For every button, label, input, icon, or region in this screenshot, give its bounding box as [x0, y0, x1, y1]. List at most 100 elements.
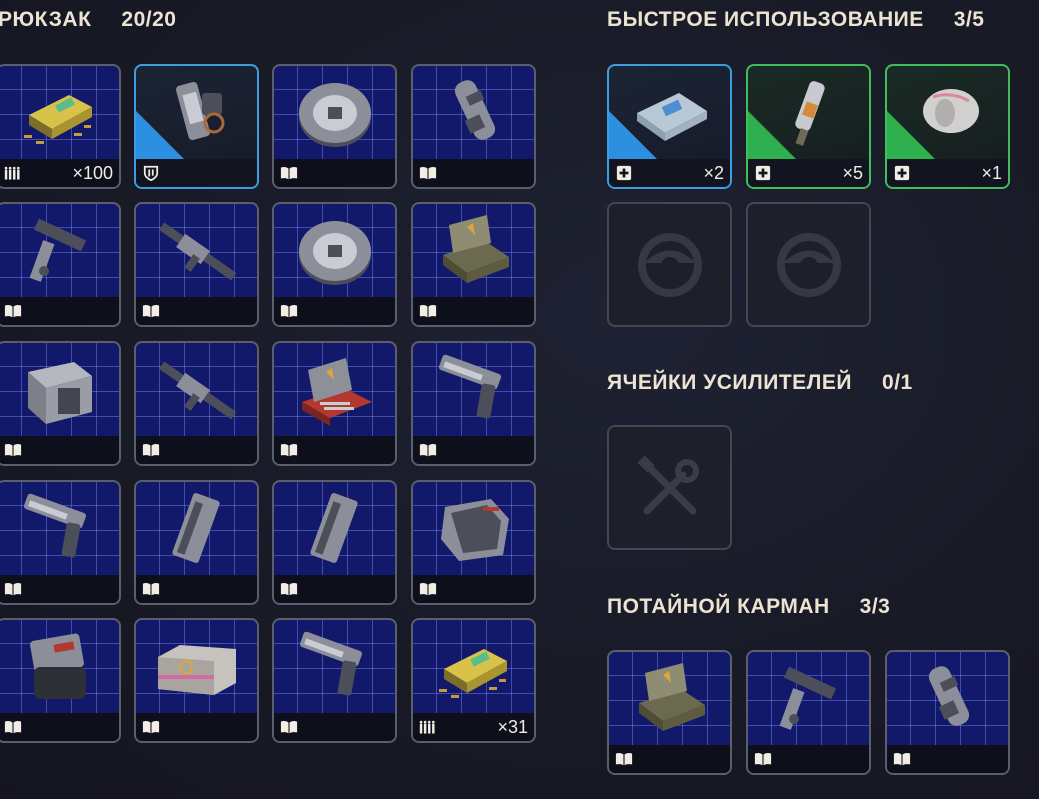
slot-footer	[413, 159, 534, 187]
slot-footer: ×5	[748, 159, 869, 187]
augment-slot[interactable]	[607, 425, 732, 550]
backpack-slot-stock-part[interactable]	[0, 202, 121, 327]
book-icon	[893, 751, 911, 767]
book-icon	[4, 303, 22, 319]
slot-footer: ×2	[609, 159, 730, 187]
empty-slot-icon	[609, 204, 730, 325]
backpack-slot-magazine-2[interactable]	[272, 480, 397, 605]
bandage-icon	[609, 66, 730, 159]
pistol-icon	[274, 620, 395, 713]
book-icon	[142, 442, 160, 458]
backpack-title: РЮКЗАК 20/20	[0, 8, 176, 32]
slot-footer	[274, 436, 395, 464]
backpack-slot-suppressor[interactable]	[411, 64, 536, 189]
shield-icon	[142, 165, 160, 181]
backpack-slot-disc-mine[interactable]	[272, 64, 397, 189]
slot-footer	[413, 297, 534, 325]
slot-footer	[748, 745, 869, 773]
book-icon	[142, 581, 160, 597]
crate-icon	[0, 343, 119, 436]
slot-footer: ×1	[887, 159, 1008, 187]
quick-use-slot-wrap[interactable]: ×1	[885, 64, 1010, 189]
backpack-slot-ammo-box[interactable]: ×100	[0, 64, 121, 189]
backpack-slot-pistol-2[interactable]	[0, 480, 121, 605]
gadget-icon	[136, 66, 257, 159]
quick-use-label: БЫСТРОЕ ИСПОЛЬЗОВАНИЕ	[607, 8, 924, 31]
wrench-cross-icon	[609, 427, 730, 548]
slot-footer	[274, 713, 395, 741]
backpack-slot-rifle[interactable]	[134, 202, 259, 327]
backpack-label: РЮКЗАК	[0, 8, 92, 31]
safe-pocket-title: ПОТАЙНОЙ КАРМАН 3/3	[607, 595, 890, 619]
slot-footer: ×100	[0, 159, 119, 187]
safe-pocket-slot-pocket-stock[interactable]	[746, 650, 871, 775]
slot-footer: ×31	[413, 713, 534, 741]
item-quantity: ×2	[703, 162, 724, 183]
quick-use-slot-bandage[interactable]: ×2	[607, 64, 732, 189]
book-icon	[4, 581, 22, 597]
quick-use-count: 3/5	[953, 8, 985, 31]
empty-slot-icon	[748, 204, 869, 325]
backpack-slot-ammo-can[interactable]	[0, 341, 121, 466]
book-icon	[280, 442, 298, 458]
slot-footer	[136, 297, 257, 325]
mag-icon	[136, 482, 257, 575]
backpack-slot-armor-plate[interactable]	[411, 480, 536, 605]
backpack-slot-tool-case[interactable]	[272, 341, 397, 466]
book-icon	[142, 719, 160, 735]
slot-footer	[0, 575, 119, 603]
safe-pocket-count: 3/3	[859, 595, 891, 618]
book-icon	[280, 581, 298, 597]
slot-footer	[609, 745, 730, 773]
backpack-slot-gadget[interactable]	[134, 64, 259, 189]
safe-pocket-slot-pocket-part[interactable]	[885, 650, 1010, 775]
book-icon	[615, 751, 633, 767]
safe-pocket-slot-pocket-case[interactable]	[607, 650, 732, 775]
slot-footer	[0, 297, 119, 325]
medkit-icon	[754, 165, 772, 181]
slot-footer	[887, 745, 1008, 773]
book-icon	[419, 165, 437, 181]
backpack-slot-supply-crate[interactable]	[134, 618, 259, 743]
disc-icon	[274, 66, 395, 159]
backpack-slot-sniper-rifle[interactable]	[134, 341, 259, 466]
quick-use-empty-slot[interactable]	[607, 202, 732, 327]
roll-icon	[887, 66, 1008, 159]
slot-footer	[413, 575, 534, 603]
book-icon	[142, 303, 160, 319]
backpack-slot-magazine[interactable]	[134, 480, 259, 605]
safe-pocket-label: ПОТАЙНОЙ КАРМАН	[607, 595, 830, 618]
backpack-slot-disc-mine-2[interactable]	[272, 202, 397, 327]
book-icon	[4, 442, 22, 458]
canister-icon	[413, 66, 534, 159]
book-icon	[419, 581, 437, 597]
book-icon	[280, 303, 298, 319]
quick-use-slot-injector[interactable]: ×5	[746, 64, 871, 189]
pack-icon	[0, 620, 119, 713]
quick-use-empty-slot[interactable]	[746, 202, 871, 327]
slot-footer	[274, 297, 395, 325]
backpack-slot-weapon-case[interactable]	[411, 202, 536, 327]
slot-footer	[274, 159, 395, 187]
item-quantity: ×31	[497, 716, 528, 737]
backpack-slot-backpack-frame[interactable]	[0, 618, 121, 743]
item-quantity: ×100	[72, 162, 113, 183]
book-icon	[419, 303, 437, 319]
backpack-slot-pistol[interactable]	[411, 341, 536, 466]
quick-use-title: БЫСТРОЕ ИСПОЛЬЗОВАНИЕ 3/5	[607, 8, 984, 32]
slot-footer	[136, 575, 257, 603]
slot-footer	[136, 713, 257, 741]
backpack-slot-revolver[interactable]	[272, 618, 397, 743]
case-red-icon	[274, 343, 395, 436]
medkit-icon	[893, 165, 911, 181]
plate-icon	[413, 482, 534, 575]
rifle-icon	[136, 343, 257, 436]
canister-icon	[887, 652, 1008, 745]
augment-count: 0/1	[882, 371, 913, 394]
stock-icon	[0, 204, 119, 297]
augment-label: ЯЧЕЙКИ УСИЛИТЕЛЕЙ	[607, 371, 853, 394]
book-icon	[4, 719, 22, 735]
backpack-slot-ammo-box-2[interactable]: ×31	[411, 618, 536, 743]
book-icon	[280, 165, 298, 181]
slot-footer	[274, 575, 395, 603]
